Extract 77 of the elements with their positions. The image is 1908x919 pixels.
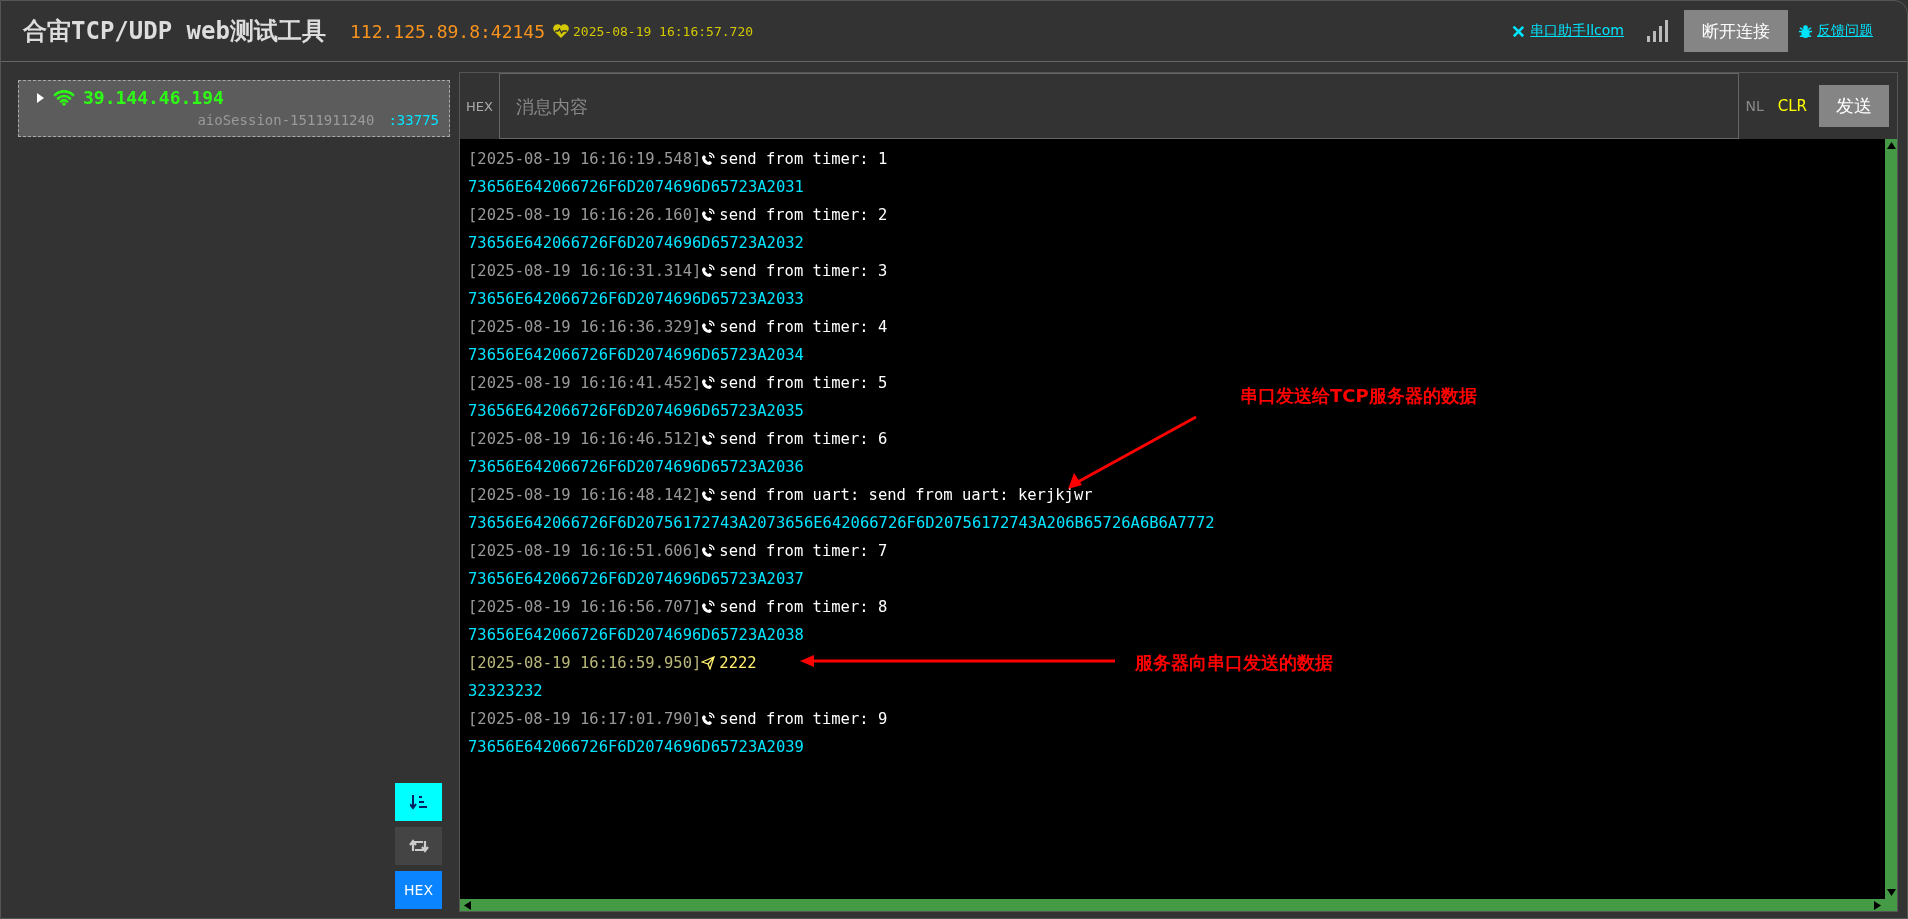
log-timestamp: [2025-08-19 16:16:46.512] <box>468 429 702 450</box>
server-address: 112.125.89.8:42145 <box>349 20 546 42</box>
log-hex: 73656E642066726F6D2074696D65723A2039 <box>468 738 804 756</box>
scroll-right-icon[interactable] <box>1874 900 1881 910</box>
log-timestamp: [2025-08-19 16:16:41.452] <box>468 373 702 394</box>
log-timestamp: [2025-08-19 16:16:19.548] <box>468 149 702 170</box>
scroll-up-icon[interactable] <box>1886 142 1896 149</box>
log-hex: 73656E642066726F6D2074696D65723A2034 <box>468 346 804 364</box>
log-message: send from timer: 1 <box>719 149 888 170</box>
log-timestamp: [2025-08-19 16:16:26.160] <box>468 205 702 226</box>
log-hex: 73656E642066726F6D2074696D65723A2038 <box>468 626 804 644</box>
phone-signal-icon <box>701 544 716 558</box>
annotation-label: 串口发送给TCP服务器的数据 <box>1240 384 1477 408</box>
log-message: send from timer: 2 <box>719 205 888 226</box>
log-timestamp: [2025-08-19 16:16:31.314] <box>468 261 702 282</box>
log-hex: 73656E642066726F6D2074696D65723A2037 <box>468 570 804 588</box>
hex-button[interactable]: HEX <box>395 871 442 909</box>
scroll-to-bottom-button[interactable] <box>395 783 442 821</box>
repeat-button[interactable] <box>395 827 442 865</box>
log-hex: 73656E642066726F6D2074696D65723A2033 <box>468 290 804 308</box>
phone-signal-icon <box>701 264 716 278</box>
phone-signal-icon <box>701 320 716 334</box>
hex-label: HEX <box>465 98 494 114</box>
phone-signal-icon <box>701 432 716 446</box>
log-hex: 73656E642066726F6D20756172743A2073656E642066726F6D20756172743A206B65726A6B6A7772 <box>468 514 1215 532</box>
log-message: send from timer: 3 <box>719 261 888 282</box>
phone-signal-icon <box>701 208 716 222</box>
log-hex: 73656E642066726F6D2074696D65723A2032 <box>468 234 804 252</box>
send-button[interactable]: 发送 <box>1819 85 1889 127</box>
newline-toggle[interactable]: NL <box>1745 98 1764 114</box>
log-timestamp: [2025-08-19 16:16:51.606] <box>468 541 702 562</box>
phone-signal-icon <box>701 600 716 614</box>
log-hex: 73656E642066726F6D2074696D65723A2031 <box>468 178 804 196</box>
phone-signal-icon <box>701 376 716 390</box>
vertical-scrollbar[interactable] <box>1885 139 1897 899</box>
log-message: send from timer: 8 <box>719 597 888 618</box>
session-name: aioSession-1511911240 <box>197 112 375 128</box>
log-timestamp: [2025-08-19 16:16:48.142] <box>468 485 702 506</box>
annotation-label: 服务器向串口发送的数据 <box>1135 651 1333 675</box>
log-message: send from timer: 7 <box>719 541 888 562</box>
bug-icon <box>1798 23 1813 39</box>
header-link[interactable]: 反馈问题 <box>1817 22 1873 40</box>
log-message: send from timer: 6 <box>719 429 888 450</box>
wifi-icon <box>53 89 75 106</box>
log-message: send from timer: 4 <box>719 317 888 338</box>
session-card[interactable]: 39.144.46.194 aioSession-1511911240 :33775 <box>18 80 450 137</box>
session-port: :33775 <box>388 112 439 128</box>
log-timestamp: [2025-08-19 16:16:56.707] <box>468 597 702 618</box>
expand-caret-icon[interactable] <box>35 92 45 103</box>
log-timestamp: [2025-08-19 16:16:36.329] <box>468 317 702 338</box>
log-message: 2222 <box>719 653 757 674</box>
phone-signal-icon <box>701 712 716 726</box>
log-message: send from timer: 9 <box>719 709 888 730</box>
log-message: send from timer: 5 <box>719 373 888 394</box>
scroll-left-icon[interactable] <box>464 900 471 910</box>
session-ip: 39.144.46.194 <box>83 87 224 108</box>
log-message: send from uart: send from uart: kerjkjwr <box>719 485 1093 506</box>
disconnect-button[interactable]: 断开连接 <box>1684 10 1788 52</box>
clear-link[interactable]: CLR <box>1777 97 1807 115</box>
repeat-icon <box>408 839 429 853</box>
phone-signal-icon <box>701 152 716 166</box>
horizontal-scrollbar[interactable] <box>460 899 1885 911</box>
log-hex: 73656E642066726F6D2074696D65723A2035 <box>468 402 804 420</box>
log-timestamp: [2025-08-19 16:17:01.790] <box>468 709 702 730</box>
phone-signal-icon <box>701 488 716 502</box>
log-hex: 32323232 <box>468 682 543 700</box>
scroll-down-icon[interactable] <box>1886 889 1896 896</box>
signal-bars-icon <box>1646 19 1670 43</box>
header-link[interactable]: 串口助手llcom <box>1530 22 1624 40</box>
log-hex: 73656E642066726F6D2074696D65723A2036 <box>468 458 804 476</box>
heartbeat-icon <box>553 24 570 38</box>
message-input[interactable]: 消息内容 <box>498 73 1740 139</box>
paper-plane-icon <box>701 656 716 670</box>
sort-down-icon <box>409 794 428 810</box>
app-title: 合宙TCP/UDP web测试工具 <box>23 16 326 47</box>
heartbeat-time: 2025-08-19 16:16:57.720 <box>573 23 754 39</box>
log-timestamp: [2025-08-19 16:16:59.950] <box>468 653 702 674</box>
